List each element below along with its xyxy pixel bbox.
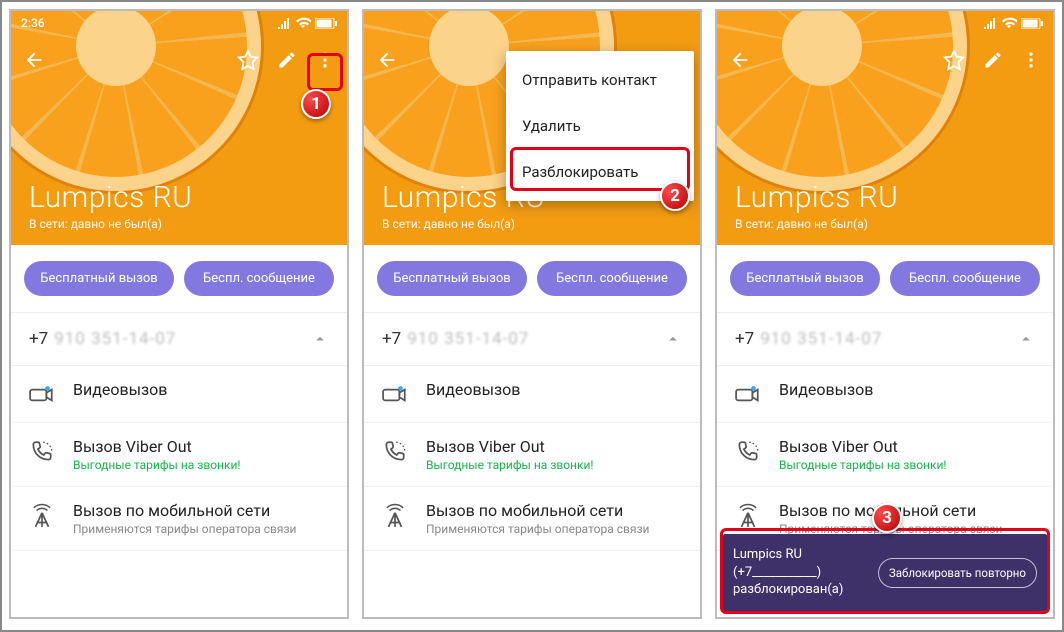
wifi-icon	[1001, 17, 1017, 29]
chevron-up-icon[interactable]	[1017, 330, 1035, 348]
contact-header: Lumpics RU В сети: давно не был(а)	[717, 11, 1053, 245]
battery-icon	[315, 18, 337, 29]
item-sub: Выгодные тарифы на звонки!	[779, 458, 946, 472]
step-badge-3: 3	[872, 503, 902, 533]
item-title: Видеовызов	[426, 380, 520, 399]
signal-icon	[277, 17, 291, 29]
menu-send-contact[interactable]: Отправить контакт	[506, 57, 694, 103]
status-time: 2:36	[21, 16, 45, 30]
camera-icon	[382, 382, 408, 408]
antenna-icon	[382, 503, 408, 529]
chevron-up-icon[interactable]	[664, 330, 682, 348]
camera-icon	[29, 382, 55, 408]
phone-icon	[735, 439, 761, 465]
contact-name: Lumpics RU	[29, 180, 192, 215]
action-row: Бесплатный вызов Беспл. сообщение	[717, 245, 1053, 313]
cellular-call-item[interactable]: Вызов по мобильной сети Применяются тари…	[11, 487, 347, 551]
menu-delete[interactable]: Удалить	[506, 103, 694, 149]
status-bar	[717, 11, 1053, 35]
phone-cc: +7	[735, 329, 754, 349]
back-button[interactable]	[729, 49, 751, 71]
free-call-button[interactable]: Бесплатный вызов	[377, 261, 527, 296]
phone-rest: 910 351-14-07	[760, 329, 882, 349]
battery-icon	[1021, 18, 1043, 29]
step-badge-1: 1	[301, 89, 331, 119]
overflow-menu: Отправить контакт Удалить Разблокировать	[506, 51, 694, 201]
screenshot-3: Lumpics RU В сети: давно не был(а) Беспл…	[715, 9, 1055, 619]
edit-icon[interactable]	[277, 50, 297, 70]
viber-out-item[interactable]: Вызов Viber Out Выгодные тарифы на звонк…	[11, 423, 347, 487]
screenshot-2: Lumpics RU В сети: давно не был(а) Беспл…	[362, 9, 702, 619]
status-bar	[364, 11, 700, 35]
phone-cc: +7	[29, 329, 48, 349]
item-title: Видеовызов	[73, 380, 167, 399]
item-title: Вызов по мобильной сети	[426, 501, 649, 520]
free-message-button[interactable]: Беспл. сообщение	[537, 261, 687, 296]
item-title: Вызов Viber Out	[426, 437, 593, 456]
contact-status: В сети: давно не был(а)	[29, 217, 192, 231]
video-call-item[interactable]: Видеовызов	[11, 366, 347, 423]
phone-rest: 910 351-14-07	[54, 329, 176, 349]
wifi-icon	[295, 17, 311, 29]
item-sub: Применяются тарифы оператора связи	[73, 522, 296, 536]
unblocked-snackbar: Lumpics RU (+7___________) разблокирован…	[723, 534, 1047, 611]
contact-name: Lumpics RU	[735, 180, 898, 215]
item-title: Видеовызов	[779, 380, 873, 399]
contact-status: В сети: давно не был(а)	[735, 217, 898, 231]
video-call-item[interactable]: Видеовызов	[364, 366, 700, 423]
block-again-button[interactable]: Заблокировать повторно	[878, 558, 1037, 588]
back-button[interactable]	[376, 49, 398, 71]
phone-row[interactable]: +7 910 351-14-07	[364, 313, 700, 366]
star-icon[interactable]	[943, 49, 965, 71]
action-row: Бесплатный вызов Беспл. сообщение	[11, 245, 347, 313]
status-bar: 2:36	[11, 11, 347, 35]
item-sub: Применяются тарифы оператора связи	[426, 522, 649, 536]
phone-row[interactable]: +7 910 351-14-07	[11, 313, 347, 366]
antenna-icon	[29, 503, 55, 529]
viber-out-item[interactable]: Вызов Viber Out Выгодные тарифы на звонк…	[364, 423, 700, 487]
more-vert-icon[interactable]	[1021, 50, 1041, 70]
app-bar	[11, 35, 347, 85]
back-button[interactable]	[23, 49, 45, 71]
action-row: Бесплатный вызов Беспл. сообщение	[364, 245, 700, 313]
contact-header: 2:36 Lumpics RU В сети: давно не был(а)	[11, 11, 347, 245]
phone-icon	[382, 439, 408, 465]
app-bar	[717, 35, 1053, 85]
tutorial-strip: 2:36 Lumpics RU В сети: давно не был(а)	[0, 0, 1064, 632]
item-sub: Выгодные тарифы на звонки!	[73, 458, 240, 472]
free-call-button[interactable]: Бесплатный вызов	[24, 261, 174, 296]
free-message-button[interactable]: Беспл. сообщение	[890, 261, 1040, 296]
viber-out-item[interactable]: Вызов Viber Out Выгодные тарифы на звонк…	[717, 423, 1053, 487]
snackbar-text: Lumpics RU (+7___________) разблокирован…	[733, 546, 870, 599]
video-call-item[interactable]: Видеовызов	[717, 366, 1053, 423]
chevron-up-icon[interactable]	[311, 330, 329, 348]
free-call-button[interactable]: Бесплатный вызов	[730, 261, 880, 296]
more-vert-icon[interactable]	[315, 50, 335, 70]
phone-cc: +7	[382, 329, 401, 349]
cellular-call-item[interactable]: Вызов по мобильной сети Применяются тари…	[364, 487, 700, 551]
phone-row[interactable]: +7 910 351-14-07	[717, 313, 1053, 366]
item-title: Вызов по мобильной сети	[73, 501, 296, 520]
screenshot-1: 2:36 Lumpics RU В сети: давно не был(а)	[9, 9, 349, 619]
signal-icon	[983, 17, 997, 29]
edit-icon[interactable]	[983, 50, 1003, 70]
contact-status: В сети: давно не был(а)	[382, 217, 545, 231]
free-message-button[interactable]: Беспл. сообщение	[184, 261, 334, 296]
star-icon[interactable]	[237, 49, 259, 71]
item-title: Вызов Viber Out	[779, 437, 946, 456]
item-title: Вызов Viber Out	[73, 437, 240, 456]
antenna-icon	[735, 503, 761, 529]
phone-icon	[29, 439, 55, 465]
item-sub: Выгодные тарифы на звонки!	[426, 458, 593, 472]
camera-icon	[735, 382, 761, 408]
step-badge-2: 2	[660, 181, 690, 211]
phone-rest: 910 351-14-07	[407, 329, 529, 349]
